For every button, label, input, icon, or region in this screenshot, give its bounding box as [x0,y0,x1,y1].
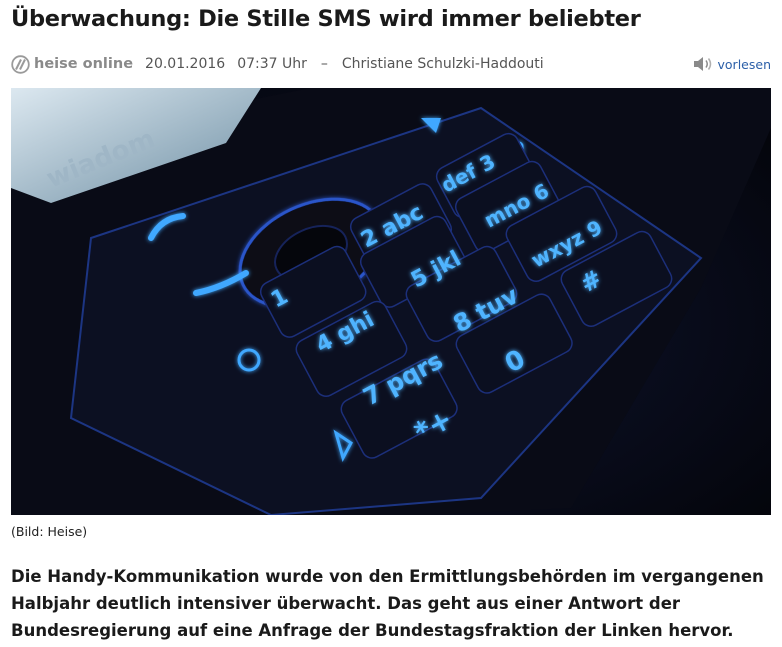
read-aloud-label: vorlesen [717,56,771,72]
article-title: Überwachung: Die Stille SMS wird immer b… [11,6,641,32]
phone-keypad-photo: wiadom 1 2 abc def 3 4 ghi 5 jkl mno 6 7… [11,88,771,515]
read-aloud-button[interactable]: vorlesen [693,52,771,76]
image-caption: (Bild: Heise) [11,524,88,539]
speaker-icon [693,57,711,71]
author-name[interactable]: Christiane Schulzki-Haddouti [342,56,544,72]
source-name: heise online [34,56,134,72]
publish-date: 20.01.2016 [145,56,226,72]
article-lead: Die Handy-Kommunikation wurde von den Er… [11,567,764,640]
source-logo[interactable]: heise online [11,54,134,74]
heise-logo-icon [11,54,30,74]
article-meta: heise online 20.01.2016 07:37 Uhr – Chri… [11,52,771,76]
meta-separator: – [320,56,328,72]
article-image: wiadom 1 2 abc def 3 4 ghi 5 jkl mno 6 7… [11,88,771,515]
publish-time: 07:37 Uhr [237,56,307,72]
